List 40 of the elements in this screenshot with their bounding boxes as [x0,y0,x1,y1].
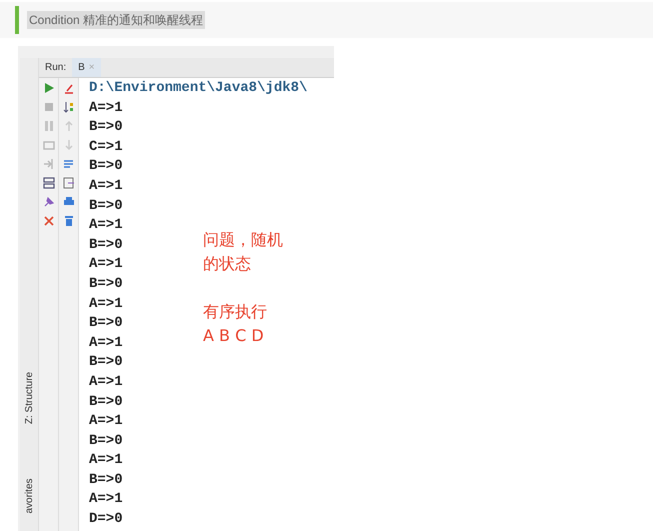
console-line: B=>0 [89,157,123,176]
console-line: D=>0 [89,510,123,530]
console-line: B=>0 [89,392,123,412]
console-line: A=>1 [89,334,123,353]
scroll-icon[interactable] [62,82,74,94]
console-line: A=>1 [89,294,123,314]
sort-icon[interactable] [62,101,74,113]
console-line: B=>0 [89,196,123,216]
run-tab[interactable]: B × [72,58,101,77]
pin-icon[interactable] [42,196,54,208]
console-line: B=>0 [89,314,123,334]
run-icon[interactable] [42,82,54,94]
console-line: A=>1 [89,372,123,392]
console-line: A=>1 [89,98,123,118]
annotation-text: 的状态 [203,253,251,275]
console-line: C=>1 [89,138,123,157]
console-line: B=>0 [89,274,123,294]
section-heading: Condition 精准的通知和唤醒线程 [27,11,206,29]
console-line: A=>1 [89,216,123,236]
console-line: A=>1 [89,412,123,432]
trash-icon[interactable] [62,215,74,227]
close-icon[interactable] [42,215,54,227]
console-line: B=>0 [89,470,123,490]
console-line: B=>0 [89,353,123,372]
console-line: A=>1 [89,451,123,470]
side-tab[interactable]: Z: Structure [23,363,35,433]
console-line: A=>1 [89,490,123,510]
console-line: B=>0 [89,432,123,451]
console-line: B=>0 [89,236,123,255]
annotation-text: A B C D [203,325,264,347]
console-line: B=>0 [89,118,123,138]
console-line: D:\Environment\Java8\jdk8\ [89,79,308,98]
annotation-text: 有序执行 [203,301,267,323]
run-label: Run: [44,61,68,75]
console-line: A=>1 [89,255,123,274]
console-line: A=>1 [89,176,123,196]
side-tab[interactable]: avorites [23,461,35,531]
layout-icon[interactable] [42,177,54,189]
wrap-icon[interactable] [62,158,74,170]
annotation-text: 问题，随机 [203,229,283,251]
